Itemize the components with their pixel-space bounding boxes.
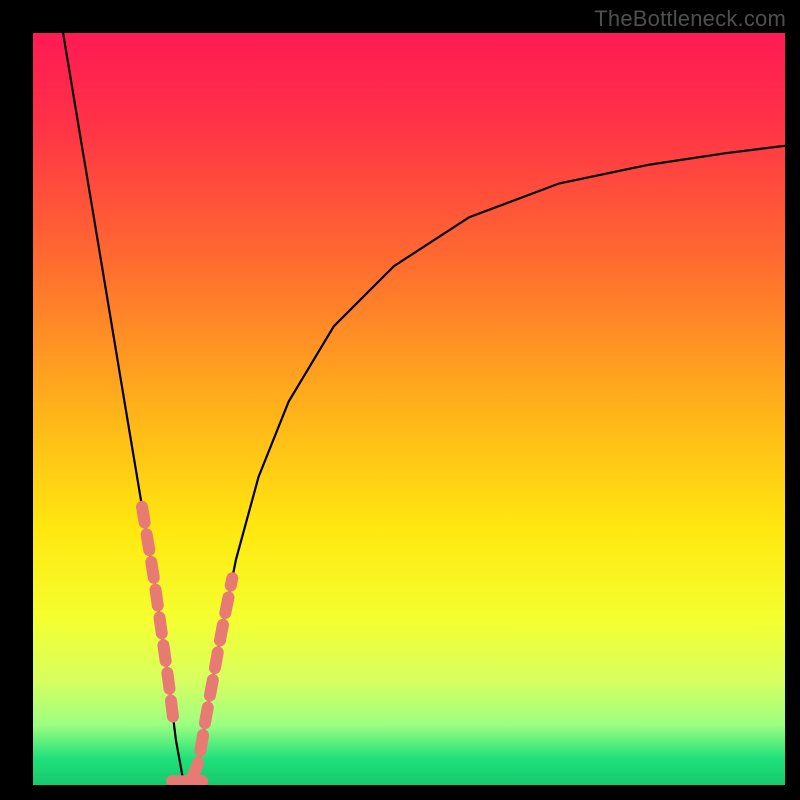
plot-background [33, 33, 785, 785]
chart-frame: TheBottleneck.com [0, 0, 800, 800]
watermark-text: TheBottleneck.com [594, 6, 786, 32]
chart-svg [0, 0, 800, 800]
